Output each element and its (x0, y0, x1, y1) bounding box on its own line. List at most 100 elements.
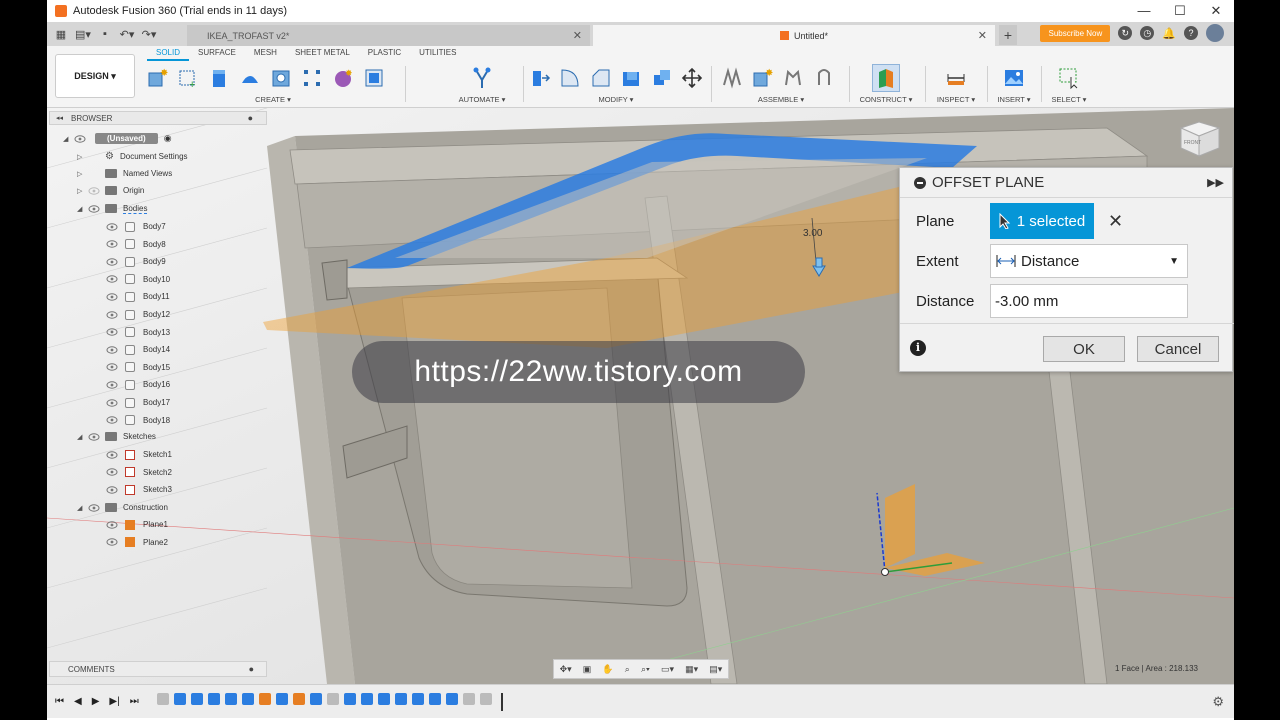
tab-ikea-trofast[interactable]: IKEA_TROFAST v2* ✕ (187, 25, 590, 46)
body-item[interactable]: Body10 (105, 271, 170, 288)
visibility-eye-icon[interactable] (105, 415, 119, 425)
body-item[interactable]: Body8 (105, 236, 166, 253)
help-icon[interactable]: ? (1184, 26, 1198, 40)
visibility-eye-icon[interactable] (105, 292, 119, 302)
body-item[interactable]: Body7 (105, 218, 166, 235)
workspace-switcher[interactable]: DESIGN ▾ (55, 54, 135, 98)
grid-settings-icon[interactable]: ▦▾ (685, 664, 698, 675)
visibility-eye-icon[interactable] (105, 257, 119, 267)
collapse-browser-icon[interactable]: ◂◂ (56, 114, 63, 122)
visibility-eye-icon[interactable] (105, 537, 119, 547)
play-icon[interactable]: ▶ (92, 696, 100, 707)
timeline-settings-gear-icon[interactable]: ⚙ (1212, 694, 1224, 710)
extent-dropdown[interactable]: Distance ▼ (990, 244, 1188, 278)
motion-link-icon[interactable] (810, 64, 838, 92)
select-group-label[interactable]: SELECT ▾ (1045, 95, 1093, 104)
expand-icon[interactable]: ◢ (77, 433, 87, 441)
new-component-icon[interactable]: ✸ (143, 64, 171, 92)
combine-icon[interactable] (648, 64, 676, 92)
tab-sheet-metal[interactable]: SHEET METAL (286, 48, 359, 61)
look-at-icon[interactable]: ▣ (583, 664, 592, 675)
timeline-feature-icon[interactable] (156, 692, 169, 705)
visibility-eye-icon[interactable] (105, 222, 119, 232)
minimize-button[interactable]: — (1126, 0, 1162, 22)
offset-plane-icon[interactable] (872, 64, 900, 92)
comments-panel[interactable]: COMMENTS ● (49, 661, 267, 677)
timeline-feature-icon[interactable] (241, 692, 254, 705)
window-select-icon[interactable] (1055, 64, 1083, 92)
visibility-eye-icon[interactable] (105, 380, 119, 390)
visibility-eye-icon[interactable] (87, 503, 101, 513)
distance-manipulator-handle[interactable] (815, 257, 823, 268)
maximize-button[interactable]: ☐ (1162, 0, 1198, 22)
body-item[interactable]: Body14 (105, 341, 170, 358)
chamfer-icon[interactable] (587, 64, 615, 92)
sketch-item[interactable]: Sketch1 (105, 446, 172, 463)
tree-named-views[interactable]: ▷ Named Views (77, 165, 172, 182)
modify-group-label[interactable]: MODIFY ▾ (526, 95, 706, 104)
expand-icon[interactable]: ▷ (77, 153, 87, 161)
tree-root[interactable]: ◢ (Unsaved) ◉ (63, 130, 172, 147)
mirror-icon[interactable] (360, 64, 388, 92)
timeline-feature-icon[interactable] (360, 692, 373, 705)
visibility-eye-icon[interactable] (105, 362, 119, 372)
expand-dialog-icon[interactable]: ▶▶ (1207, 176, 1224, 189)
automate-icon[interactable] (468, 64, 496, 92)
redo-icon[interactable]: ↷▾ (141, 26, 157, 42)
step-back-icon[interactable]: ◀ (74, 696, 82, 707)
extensions-icon[interactable]: ↻ (1118, 26, 1133, 40)
go-to-end-icon[interactable]: ⏭ (130, 696, 139, 707)
measure-icon[interactable] (942, 64, 970, 92)
revolve-icon[interactable] (236, 64, 264, 92)
timeline-feature-icon[interactable] (309, 692, 322, 705)
display-settings-icon[interactable]: ▭▾ (661, 664, 674, 675)
visibility-eye-icon[interactable] (105, 239, 119, 249)
dimension-value[interactable]: 3.00 (803, 228, 823, 239)
construct-group-label[interactable]: CONSTRUCT ▾ (853, 95, 919, 104)
browser-pin-icon[interactable]: ● (248, 113, 253, 123)
tab-utilities[interactable]: UTILITIES (410, 48, 465, 61)
shell-icon[interactable] (618, 64, 646, 92)
save-icon[interactable]: ▪ (97, 26, 113, 42)
timeline-feature-icon[interactable] (343, 692, 356, 705)
timeline-feature-icon[interactable] (173, 692, 186, 705)
visibility-eye-icon[interactable] (87, 432, 101, 442)
tab-solid[interactable]: SOLID (147, 48, 190, 61)
body-item[interactable]: Body11 (105, 288, 170, 305)
rectangular-pattern-icon[interactable] (298, 64, 326, 92)
zoom-window-icon[interactable]: ⌕▾ (641, 664, 650, 675)
clear-selection-icon[interactable]: ✕ (1108, 211, 1123, 232)
timeline-feature-icon[interactable] (207, 692, 220, 705)
plane-item[interactable]: Plane2 (105, 534, 168, 551)
timeline-feature-icon[interactable] (190, 692, 203, 705)
visibility-eye-icon[interactable] (105, 450, 119, 460)
zoom-icon[interactable]: ⌕ (625, 664, 630, 675)
body-item[interactable]: Body13 (105, 324, 170, 341)
body-item[interactable]: Body15 (105, 359, 170, 376)
info-icon[interactable]: i (910, 340, 926, 356)
distance-input[interactable] (990, 284, 1188, 318)
plane-selection-button[interactable]: 1 selected (990, 203, 1094, 239)
body-item[interactable]: Body9 (105, 253, 166, 270)
origin-point[interactable] (881, 568, 889, 576)
visibility-eye-icon[interactable] (73, 134, 87, 144)
sketch-item[interactable]: Sketch3 (105, 481, 172, 498)
user-avatar[interactable] (1206, 24, 1224, 42)
visibility-eye-icon[interactable] (105, 327, 119, 337)
expand-icon[interactable]: ▷ (77, 187, 87, 195)
tree-document-settings[interactable]: ▷ ⚙ Document Settings (77, 148, 188, 165)
as-built-joint-icon[interactable] (779, 64, 807, 92)
create-group-label[interactable]: CREATE ▾ (143, 95, 403, 104)
sketch-item[interactable]: Sketch2 (105, 464, 172, 481)
automate-group-label[interactable]: AUTOMATE ▾ (445, 95, 519, 104)
visibility-eye-icon[interactable] (87, 186, 101, 196)
timeline-feature-icon[interactable] (377, 692, 390, 705)
close-tab-icon[interactable]: ✕ (978, 29, 987, 42)
cancel-button[interactable]: Cancel (1137, 336, 1219, 362)
fillet-icon[interactable] (557, 64, 585, 92)
orbit-icon[interactable]: ✥▾ (560, 664, 572, 675)
joint-icon[interactable] (717, 64, 745, 92)
body-item[interactable]: Body16 (105, 376, 170, 393)
close-tab-icon[interactable]: ✕ (573, 29, 582, 42)
tree-bodies[interactable]: ◢ Bodies (77, 200, 148, 217)
